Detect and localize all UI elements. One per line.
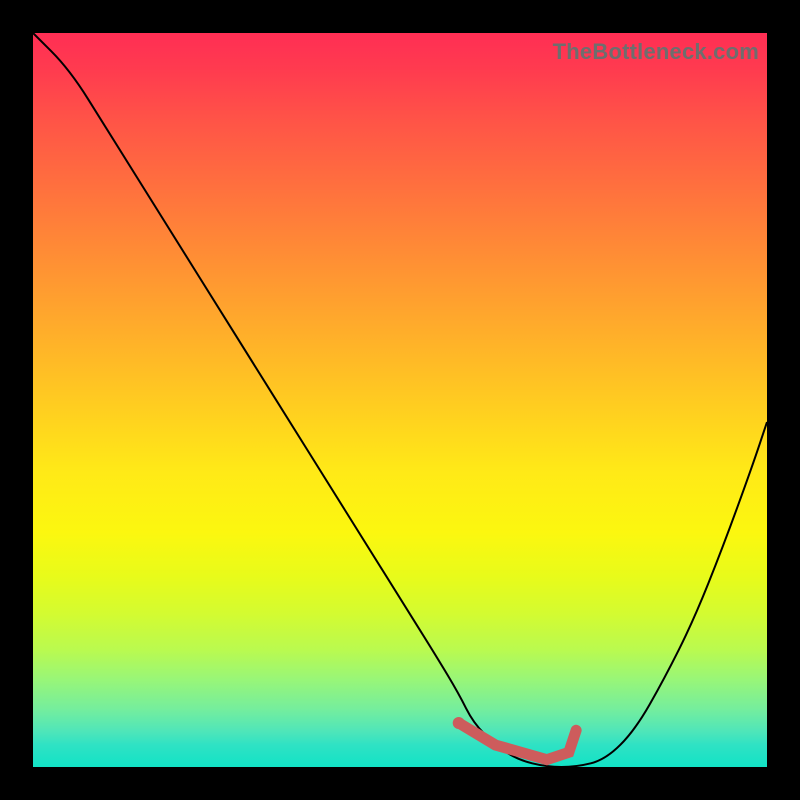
plot-area: TheBottleneck.com — [33, 33, 767, 767]
bottleneck-curve — [33, 33, 767, 767]
chart-svg — [33, 33, 767, 767]
chart-frame: TheBottleneck.com — [0, 0, 800, 800]
optimal-range-line — [459, 723, 576, 760]
